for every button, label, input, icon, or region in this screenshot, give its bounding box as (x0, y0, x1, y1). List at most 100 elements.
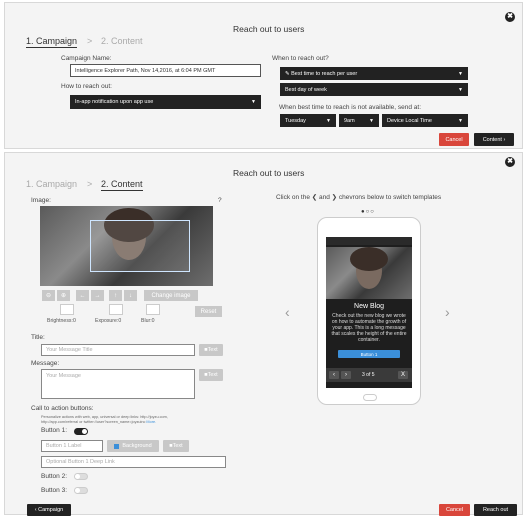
best-day-select[interactable]: Best day of week ▼ (280, 83, 468, 96)
cancel-button[interactable]: Cancel (439, 504, 470, 516)
caret-down-icon: ▼ (458, 70, 463, 77)
preview-cta-button[interactable]: Button 1 (338, 350, 400, 358)
prev-template-icon[interactable]: ‹ (285, 304, 290, 320)
preview-forward-icon[interactable]: › (341, 371, 351, 379)
arrow-right-icon[interactable]: → (91, 290, 104, 301)
zoom-out-icon[interactable]: ⊖ (42, 290, 55, 301)
timezone-value: Device Local Time (387, 117, 432, 124)
how-to-reach-select[interactable]: In-app notification upon app use ▼ (70, 95, 261, 109)
zoom-in-icon[interactable]: ⊕ (57, 290, 70, 301)
preview-pager-bar: ‹ › 3 of 5 X (326, 368, 412, 382)
blur-label: Blur:0 (141, 318, 155, 324)
title-label: Title: (31, 334, 45, 341)
campaign-panel: Reach out to users ✖ 1. Campaign > 2. Co… (4, 2, 523, 149)
cta-help-text: http://app.com/referral or twitter://use… (41, 420, 146, 424)
cta-help-line1: Personalize actions with web, app, unive… (41, 415, 168, 419)
hair-shape (350, 247, 388, 271)
deeplink-input[interactable]: Optional Button 1 Deep Link (41, 456, 226, 468)
arrow-left-icon[interactable]: ← (76, 290, 89, 301)
button1-toggle[interactable] (74, 428, 88, 435)
step-separator: > (87, 36, 93, 46)
image-editor-canvas[interactable] (40, 206, 213, 286)
title-input[interactable]: Your Message Title (41, 344, 195, 356)
campaign-name-input[interactable]: Intelligence Explorer Path, Nov 14,2016,… (70, 64, 261, 77)
reset-button[interactable]: Reset (195, 306, 222, 317)
close-icon[interactable]: ✖ (505, 12, 515, 22)
how-to-reach-label: How to reach out: (61, 83, 112, 90)
brightness-label: Brightness:0 (47, 318, 76, 324)
when-select[interactable]: ✎ Best time to reach per user ▼ (280, 67, 468, 80)
blur-slider[interactable] (146, 304, 160, 315)
day-value: Tuesday (285, 117, 306, 124)
cta-label: Call to action buttons: (31, 405, 94, 412)
when-label: When to reach out? (272, 55, 329, 62)
fallback-label: When best time to reach is not available… (279, 104, 421, 111)
how-to-reach-value: In-app notification upon app use (75, 99, 154, 105)
arrow-up-icon[interactable]: ↑ (109, 290, 122, 301)
exposure-label: Exposure:0 (95, 318, 122, 324)
cancel-button[interactable]: Cancel (439, 133, 469, 146)
dialog-title: Reach out to users (233, 24, 305, 34)
arrow-down-icon[interactable]: ↓ (124, 290, 137, 301)
step-content[interactable]: 2. Content (101, 36, 143, 46)
reach-out-button[interactable]: Reach out (474, 504, 517, 516)
next-template-icon[interactable]: › (445, 304, 450, 320)
message-textarea[interactable]: Your Message (41, 369, 195, 399)
step-content[interactable]: 2. Content (101, 179, 143, 191)
caret-down-icon: ▼ (458, 117, 463, 124)
button1-label-input[interactable]: Button 1 Label (41, 440, 103, 452)
button2-toggle[interactable] (74, 473, 88, 480)
button3-label: Button 3: (41, 487, 68, 494)
status-bar (326, 237, 412, 245)
when-value: Best time to reach per user (291, 70, 358, 77)
best-day-value: Best day of week (285, 86, 327, 93)
step-campaign[interactable]: 1. Campaign (26, 179, 77, 189)
time-select[interactable]: 9am ▼ (339, 114, 379, 127)
preview-title: New Blog (354, 303, 384, 310)
more-link[interactable]: More. (146, 420, 156, 424)
background-button[interactable]: Background (107, 440, 159, 452)
timezone-select[interactable]: Device Local Time ▼ (382, 114, 468, 127)
step-separator: > (87, 179, 93, 189)
caret-down-icon: ▼ (369, 117, 374, 124)
preview-close-icon[interactable]: X (398, 371, 408, 379)
preview-page-count: 3 of 5 (362, 372, 375, 378)
phone-screen: New Blog Check out the new blog we wrote… (326, 237, 412, 388)
button1-text-label: Text (172, 443, 183, 449)
color-swatch-icon (114, 443, 120, 449)
title-text-label: Text (207, 347, 218, 353)
dialog-title: Reach out to users (233, 168, 305, 178)
close-icon[interactable]: ✖ (505, 157, 515, 167)
preview-image (326, 247, 412, 299)
message-label: Message: (31, 360, 60, 367)
step-campaign[interactable]: 1. Campaign (26, 36, 78, 48)
pagination-dots: ●○○ (361, 209, 375, 215)
preview-back-icon[interactable]: ‹ (329, 371, 339, 379)
button2-label: Button 2: (41, 473, 68, 480)
brightness-slider[interactable] (60, 304, 74, 315)
message-text-button[interactable]: ■ Text (199, 369, 223, 381)
caret-down-icon: ▼ (326, 117, 331, 124)
campaign-name-label: Campaign Name: (61, 55, 112, 62)
background-label: Background (122, 443, 152, 449)
content-panel: Reach out to users ✖ 1. Campaign > 2. Co… (4, 152, 523, 516)
content-button[interactable]: Content › (474, 133, 514, 146)
image-label: Image: (31, 197, 51, 204)
time-value: 9am (344, 117, 355, 124)
day-select[interactable]: Tuesday ▼ (280, 114, 336, 127)
change-image-button[interactable]: Change image (144, 290, 198, 301)
caret-down-icon: ▼ (251, 99, 256, 105)
phone-preview: New Blog Check out the new blog we wrote… (317, 217, 421, 405)
preview-body: Check out the new blog we wrote on how t… (331, 313, 407, 343)
exposure-slider[interactable] (109, 304, 123, 315)
button1-text-button[interactable]: ■ Text (163, 440, 189, 452)
campaign-back-button[interactable]: ‹ Campaign (27, 504, 71, 516)
button1-label: Button 1: (41, 427, 68, 434)
button3-toggle[interactable] (74, 487, 88, 494)
template-instruction: Click on the ❮ and ❯ chevrons below to s… (276, 194, 442, 201)
cta-help-line2: http://app.com/referral or twitter://use… (41, 420, 156, 424)
help-icon[interactable]: ? (218, 197, 222, 204)
crop-area[interactable] (90, 220, 190, 272)
title-text-button[interactable]: ■ Text (199, 344, 223, 356)
message-text-label: Text (207, 372, 218, 378)
